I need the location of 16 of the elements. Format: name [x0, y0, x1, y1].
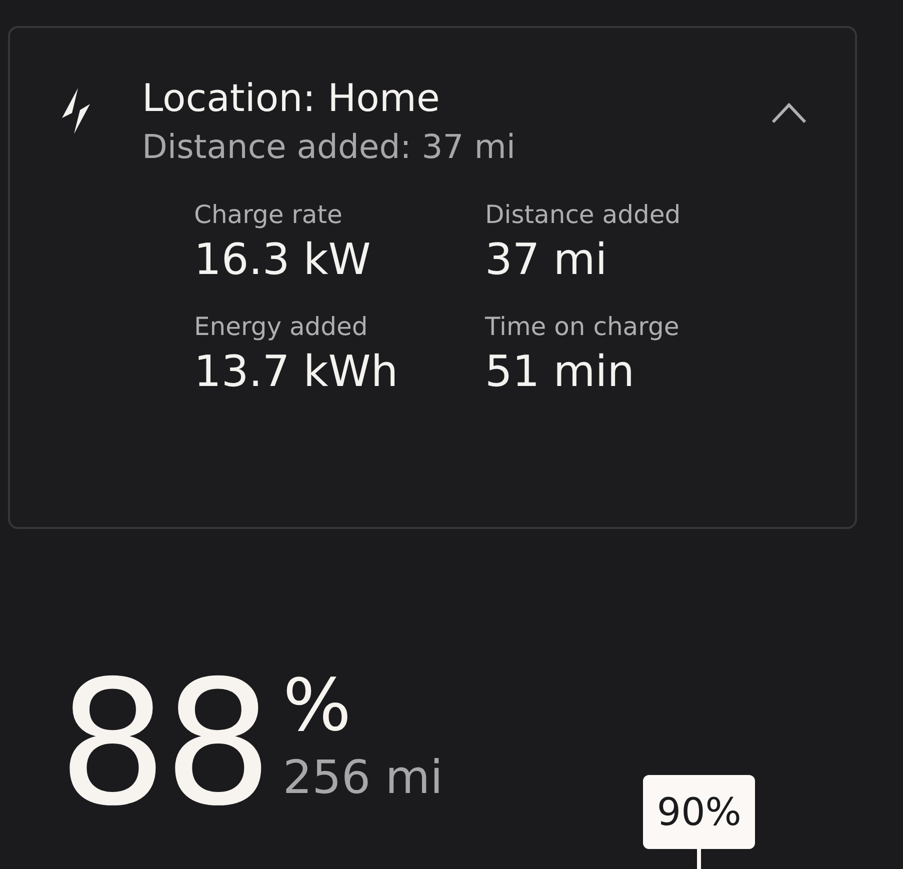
battery-percent: 88 [58, 649, 269, 839]
stat-label: Charge rate [194, 199, 344, 231]
range-estimate: 256 mi [282, 749, 443, 805]
stat-value: 13.7 kWh [194, 346, 400, 399]
stat-value: 16.3 kW [194, 234, 372, 287]
percent-unit: % [282, 665, 352, 745]
location-title: Location: Home [142, 75, 441, 122]
limit-marker [697, 849, 702, 869]
stat-label: Time on charge [485, 311, 680, 343]
distance-summary: Distance added: 37 mi [142, 126, 517, 168]
stat-label: Distance added [485, 199, 682, 231]
charge-limit-tag[interactable]: 90% [642, 775, 756, 849]
stat-value: 51 min [485, 346, 636, 399]
stat-label: Energy added [194, 311, 369, 343]
stat-value: 37 mi [485, 234, 608, 287]
chevron-up-icon[interactable] [771, 102, 807, 124]
